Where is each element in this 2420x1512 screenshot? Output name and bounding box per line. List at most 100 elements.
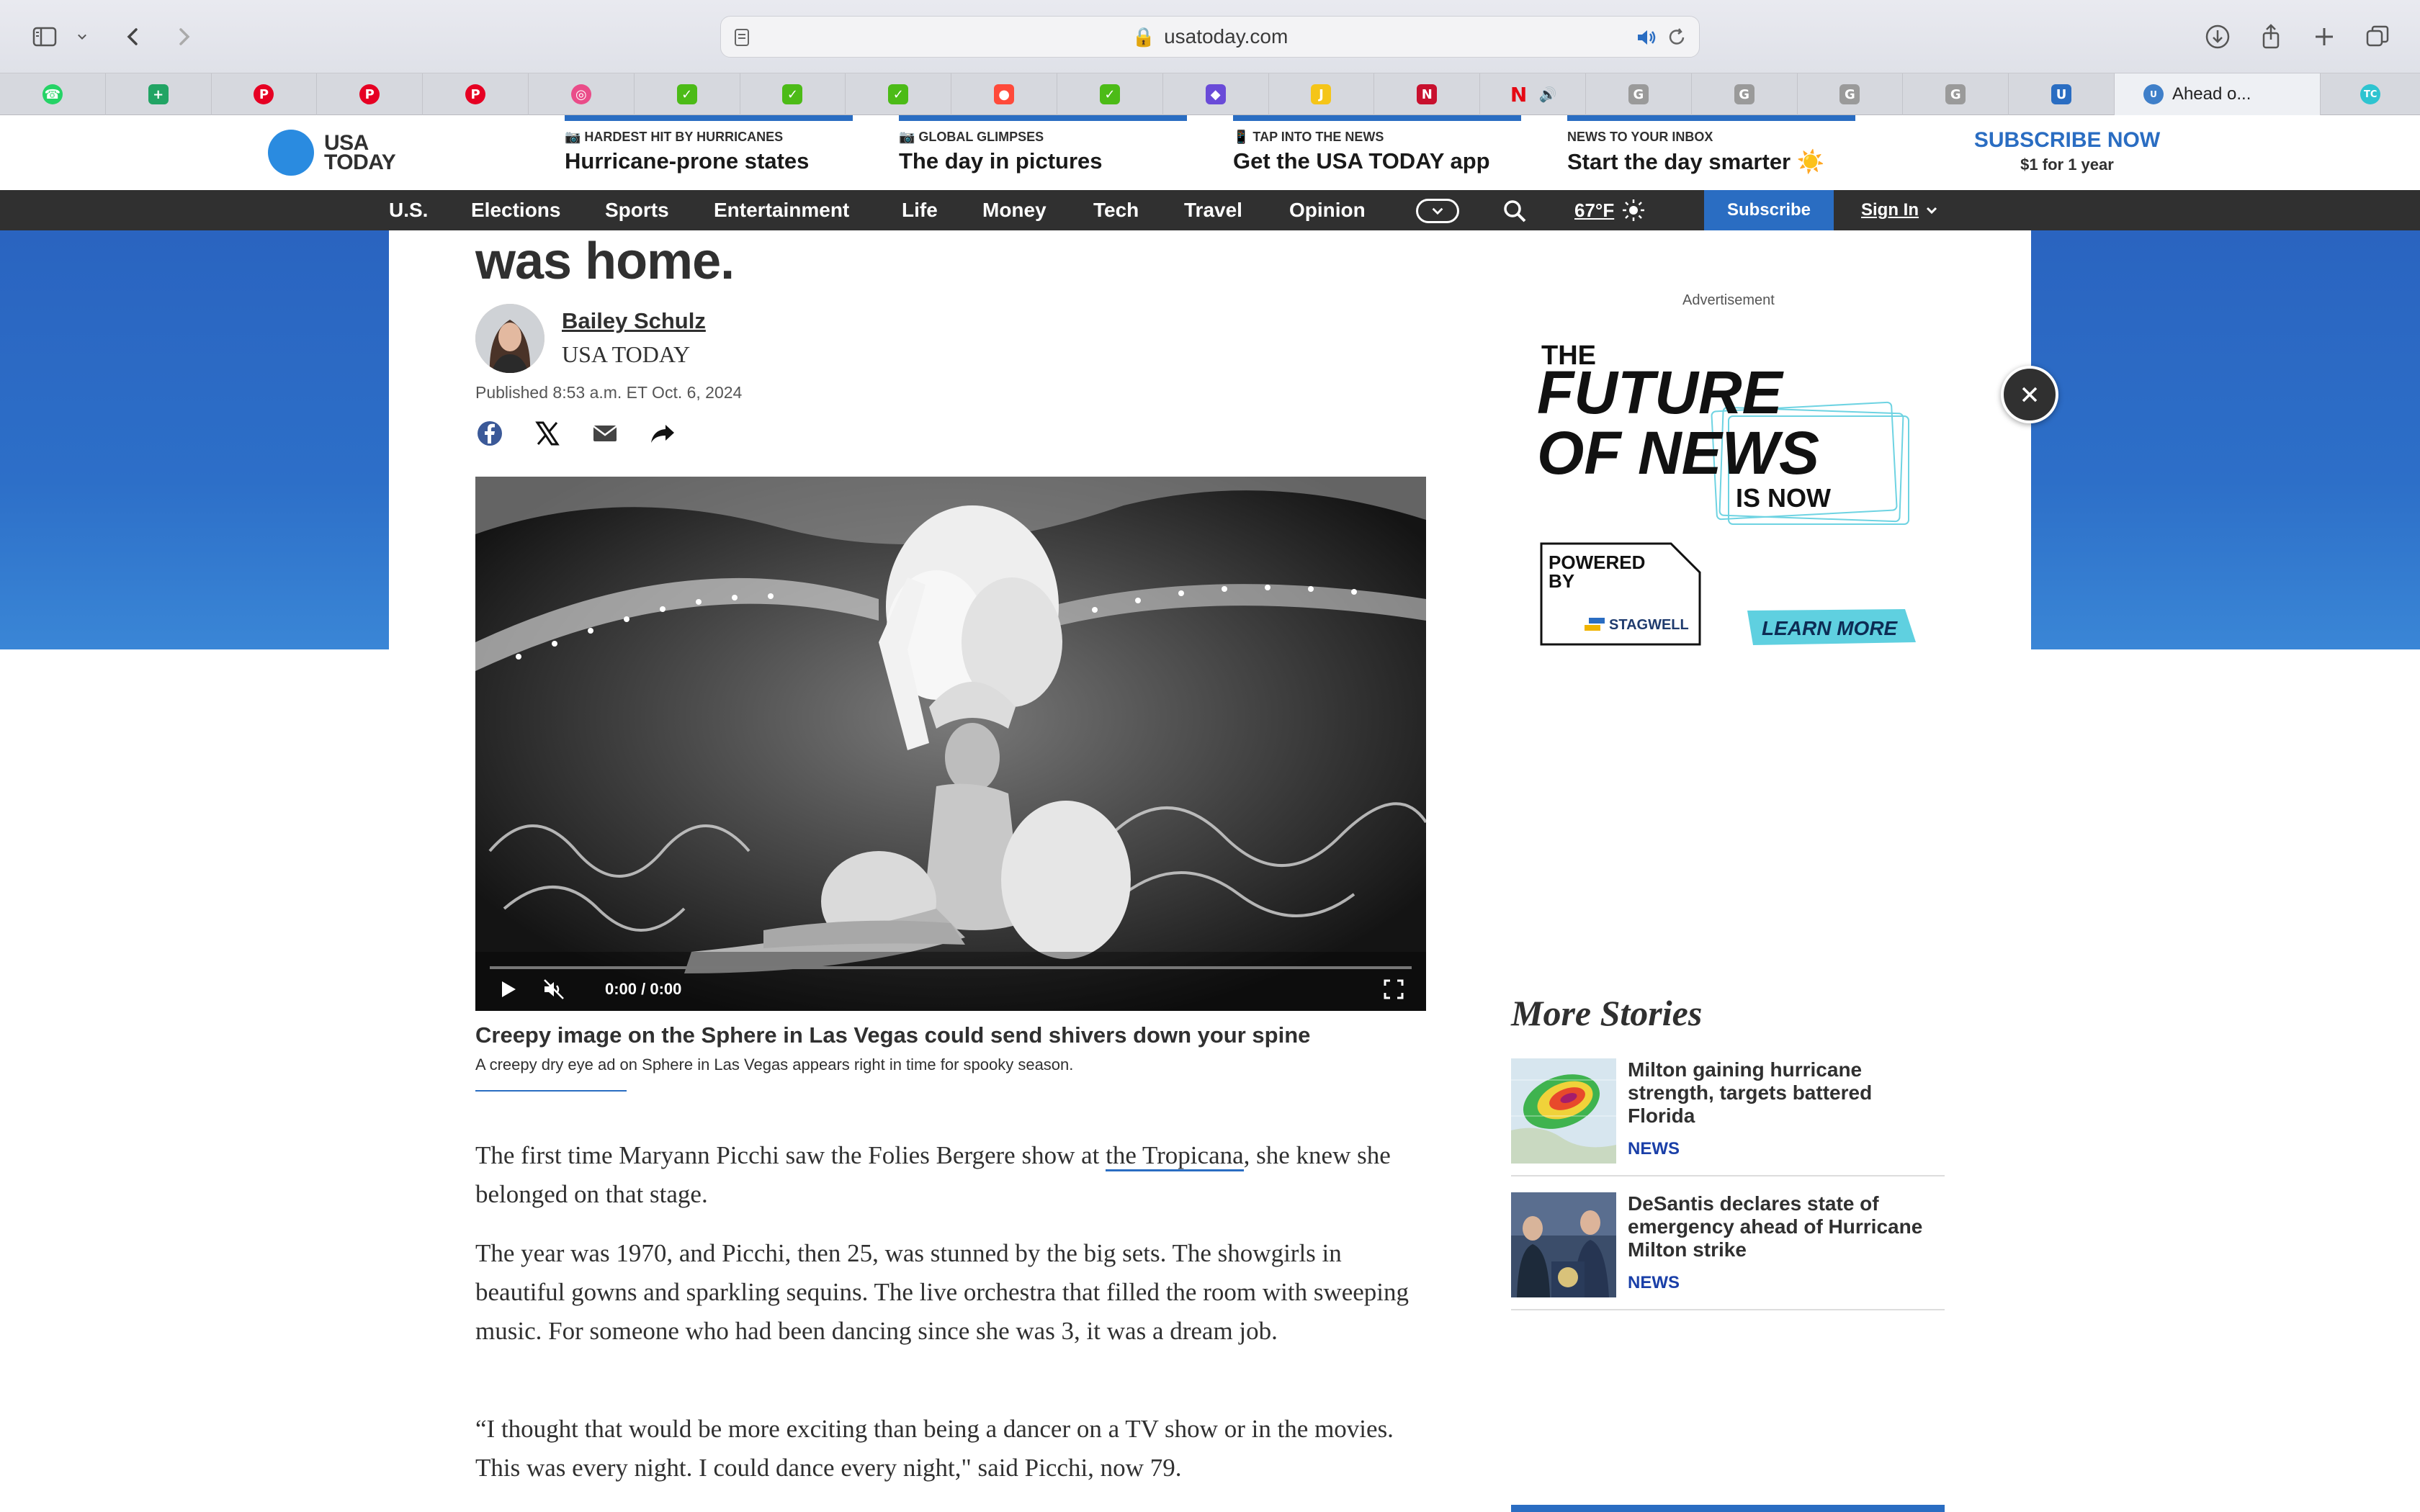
tropicana-link[interactable]: the Tropicana [1106,1141,1244,1171]
browser-tab[interactable]: ✓ [740,73,846,115]
nav-opinion[interactable]: Opinion [1289,190,1366,230]
browser-tab-active[interactable]: U Ahead o... [2114,73,2321,115]
video-progress-bar[interactable] [490,966,1412,969]
nav-more-chevron-icon[interactable] [1416,199,1459,223]
subscribe-now-link[interactable]: SUBSCRIBE NOW $1 for 1 year [1959,128,2175,174]
new-tab-icon[interactable] [2306,19,2342,55]
browser-tab[interactable]: U [2009,73,2115,115]
nav-life[interactable]: Life [902,190,938,230]
browser-tab[interactable]: G [1903,73,2009,115]
browser-tab[interactable]: G [1586,73,1692,115]
browser-tab[interactable]: ☎ [0,73,106,115]
fullscreen-icon[interactable] [1383,976,1404,1002]
browser-tab[interactable]: N [1374,73,1481,115]
downloads-icon[interactable] [2200,19,2236,55]
back-icon[interactable] [115,19,151,55]
browser-tab[interactable]: J [1269,73,1375,115]
whatsapp-icon: ☎ [42,84,63,104]
promo-kicker: 📷 HARDEST HIT BY HURRICANES [565,130,784,144]
browser-tab[interactable]: G [1692,73,1798,115]
browser-tab[interactable]: P [423,73,529,115]
promo-headline: The day in pictures [899,148,1103,174]
story-item-desantis[interactable]: DeSantis declares state of emergency ahe… [1511,1192,1945,1310]
video-frame-showgirl [475,477,1426,1011]
share-arrow-icon[interactable] [648,419,677,448]
teal-app-icon: TC [2360,84,2381,104]
page-icon[interactable] [731,27,753,48]
logo-line1: USA [324,131,369,155]
close-icon[interactable] [2001,366,2058,423]
promo-pictures[interactable]: 📷 GLOBAL GLIMPSES The day in pictures [899,115,1187,190]
nav-travel[interactable]: Travel [1184,190,1242,230]
email-icon[interactable] [591,419,619,448]
x-twitter-icon[interactable] [533,419,562,448]
author-name-link[interactable]: Bailey Schulz [562,308,706,334]
red-n-icon: N [1417,84,1438,104]
subscribe-button[interactable]: Subscribe [1704,190,1834,230]
tab-overview-icon[interactable] [2360,19,2396,55]
video-player[interactable]: 0:00 / 0:00 [475,477,1426,1011]
advertisement-label: Advertisement [1682,292,1775,308]
video-title[interactable]: Creepy image on the Sphere in Las Vegas … [475,1022,1310,1048]
mute-icon[interactable] [542,976,566,1002]
sun-icon [1623,199,1645,221]
story-tag[interactable]: NEWS [1628,1273,1680,1293]
address-bar[interactable]: 🔒 usatoday.com [720,16,1700,58]
top-banner: USA TODAY 📷 HARDEST HIT BY HURRICANES Hu… [0,115,2420,190]
browser-tab[interactable]: ● [951,73,1057,115]
shield-app-icon: ◆ [1205,84,1226,104]
forward-icon[interactable] [166,19,202,55]
reload-icon[interactable] [1664,25,1689,50]
article-headline: was home. [475,233,735,290]
author-avatar[interactable] [475,304,544,373]
browser-tab[interactable]: ✓ [635,73,740,115]
nav-entertainment[interactable]: Entertainment [714,190,849,230]
promo-kicker: NEWS TO YOUR INBOX [1567,130,1713,144]
left-takeover-background [0,230,389,649]
browser-tab[interactable]: P [317,73,424,115]
nav-elections[interactable]: Elections [471,190,560,230]
weather-widget[interactable]: 67°F [1574,190,1646,230]
nav-tech[interactable]: Tech [1093,190,1139,230]
tab-strip: ☎ + P P P ◎ ✓ ✓ ✓ ● ✓ ◆ J N N 🔊 G G G G U U Ahead o... TC [0,73,2420,115]
sign-in-label: Sign In [1861,200,1919,220]
nav-us[interactable]: U.S. [389,190,428,230]
promo-newsletter[interactable]: NEWS TO YOUR INBOX Start the day smarter… [1567,115,1855,190]
browser-tab[interactable]: ◎ [529,73,635,115]
nav-sports[interactable]: Sports [605,190,669,230]
ad-by: BY [1549,570,1574,592]
future-of-news-ad[interactable]: THE FUTURE OF NEWS IS NOW POWERED BY STA… [1520,324,1937,655]
paragraph-text: The first time Maryann Picchi saw the Fo… [475,1141,1106,1169]
subscribe-now-price: $1 for 1 year [2020,156,2114,174]
browser-tab[interactable]: ✓ [846,73,952,115]
browser-tab[interactable]: P [212,73,318,115]
story-title: DeSantis declares state of emergency ahe… [1628,1192,1923,1261]
share-icon[interactable] [2253,19,2289,55]
browser-tab[interactable]: N 🔊 [1480,73,1586,115]
story-tag[interactable]: NEWS [1628,1139,1680,1159]
facebook-icon[interactable] [475,419,504,448]
chevron-down-icon[interactable] [69,19,95,55]
usn-icon: U [2051,84,2072,104]
nav-money[interactable]: Money [982,190,1047,230]
sign-in-button[interactable]: Sign In [1861,190,1939,230]
browser-tab[interactable]: ◆ [1163,73,1269,115]
promo-headline: Start the day smarter ☀️ [1567,149,1825,174]
browser-tab[interactable]: ✓ [1057,73,1163,115]
promo-hurricanes[interactable]: 📷 HARDEST HIT BY HURRICANES Hurricane-pr… [565,115,853,190]
play-icon[interactable] [497,976,519,1002]
story-item-milton[interactable]: Milton gaining hurricane strength, targe… [1511,1058,1945,1176]
browser-tab[interactable]: TC [2321,73,2420,115]
browser-toolbar: 🔒 usatoday.com [0,0,2420,73]
search-icon[interactable] [1501,197,1528,225]
usa-today-logo[interactable]: USA TODAY [268,130,396,176]
browser-tab[interactable]: + [106,73,212,115]
promo-app[interactable]: 📱 TAP INTO THE NEWS Get the USA TODAY ap… [1233,115,1521,190]
green-app-icon: ✓ [676,84,697,104]
browser-tab[interactable]: G [1798,73,1904,115]
audio-icon[interactable] [1634,25,1659,50]
tab-audio-icon[interactable]: 🔊 [1539,86,1557,104]
green-app-icon: ✓ [888,84,909,104]
sidebar-toggle-icon[interactable] [26,19,63,55]
main-nav: U.S. Elections Sports Entertainment Life… [0,190,2420,230]
